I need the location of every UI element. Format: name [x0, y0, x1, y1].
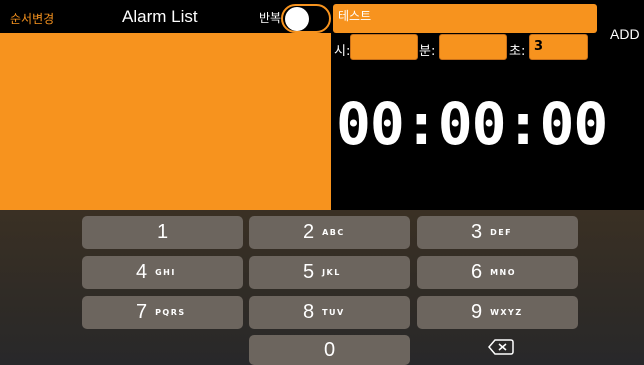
key-6[interactable]: 6 MNO — [417, 256, 578, 289]
add-button[interactable]: ADD — [610, 26, 640, 42]
key-letters: DEF — [490, 228, 513, 237]
key-digit: 8 — [302, 301, 315, 323]
key-digit: 1 — [156, 221, 169, 243]
reorder-button[interactable]: 순서변경 — [10, 10, 54, 27]
key-5[interactable]: 5 JKL — [249, 256, 410, 289]
key-4[interactable]: 4 GHI — [82, 256, 243, 289]
key-letters: GHI — [155, 268, 176, 277]
key-3[interactable]: 3 DEF — [417, 216, 578, 249]
page-title: Alarm List — [122, 7, 198, 26]
repeat-toggle[interactable] — [281, 4, 331, 33]
key-8[interactable]: 8 TUV — [249, 296, 410, 329]
key-digit: 4 — [135, 261, 148, 283]
alarm-name-input[interactable]: 테스트 — [333, 4, 597, 33]
key-letters: WXYZ — [490, 308, 523, 317]
minute-input[interactable] — [439, 34, 507, 60]
toggle-knob — [285, 7, 309, 31]
alarm-list-panel — [0, 33, 331, 210]
key-digit: 9 — [470, 301, 483, 323]
key-digit: 0 — [323, 338, 336, 361]
key-0[interactable]: 0 — [249, 335, 410, 365]
key-digit: 2 — [302, 221, 315, 243]
hour-input[interactable] — [350, 34, 418, 60]
second-input[interactable]: 3 — [529, 34, 588, 60]
backspace-icon[interactable] — [487, 337, 515, 357]
minute-label: 분: — [419, 44, 436, 59]
key-letters: JKL — [322, 268, 341, 277]
second-label: 초: — [509, 44, 526, 59]
key-7[interactable]: 7 PQRS — [82, 296, 243, 329]
key-letters: PQRS — [155, 308, 186, 317]
key-2[interactable]: 2 ABC — [249, 216, 410, 249]
key-letters: ABC — [322, 228, 345, 237]
key-9[interactable]: 9 WXYZ — [417, 296, 578, 329]
hour-label: 시: — [334, 44, 351, 59]
key-digit: 6 — [470, 261, 483, 283]
key-digit: 5 — [302, 261, 315, 283]
timer-display: 00:00:00 — [336, 90, 608, 158]
key-1[interactable]: 1 — [82, 216, 243, 249]
repeat-label: 반복 — [259, 11, 282, 25]
key-digit: 7 — [135, 301, 148, 323]
key-letters: MNO — [490, 268, 517, 277]
key-letters: TUV — [322, 308, 345, 317]
key-digit: 3 — [470, 221, 483, 243]
